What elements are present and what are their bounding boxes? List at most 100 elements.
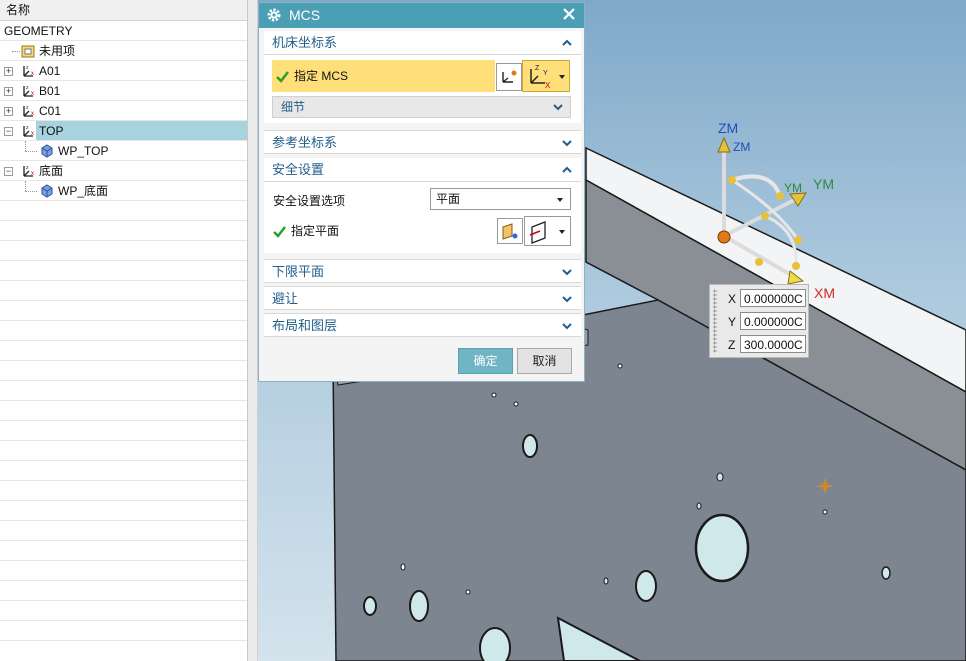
- close-icon[interactable]: [560, 5, 578, 23]
- svg-text:x: x: [31, 91, 34, 97]
- ok-button[interactable]: 确定: [458, 348, 513, 374]
- section-header-avoidance[interactable]: 避让: [264, 286, 581, 310]
- y-axis-label: Y: [728, 315, 737, 329]
- csys-dialog-icon: [502, 70, 517, 83]
- tree-node-label: WP_底面: [58, 184, 109, 198]
- zm-small-label: ZM: [733, 140, 750, 154]
- caret-down-icon: [559, 75, 565, 79]
- empty-row: [0, 561, 247, 581]
- empty-row: [0, 341, 247, 361]
- caret-down-icon: [559, 230, 565, 234]
- specify-plane-label: 指定平面: [291, 224, 340, 238]
- section-title: 机床坐标系: [272, 35, 338, 50]
- section-title: 布局和图层: [272, 318, 338, 333]
- name-column-header[interactable]: 名称: [0, 0, 247, 21]
- zm-label: ZM: [718, 120, 738, 136]
- tree-node-wp-top[interactable]: WP_TOP: [0, 141, 247, 161]
- csys-type-dropdown[interactable]: ZYX: [522, 60, 570, 92]
- tree-node-unused[interactable]: 未用项: [0, 41, 247, 61]
- chevron-down-icon: [562, 140, 572, 147]
- section-header-layout-layers[interactable]: 布局和图层: [264, 313, 581, 337]
- operation-navigator: 名称 GEOMETRY 未用项 + zx A01 + zx B01 + zx C…: [0, 0, 248, 661]
- plane-type-dropdown[interactable]: [524, 216, 571, 246]
- clearance-option-label: 安全设置选项: [273, 194, 346, 208]
- plane-dialog-icon: [502, 223, 518, 240]
- tree-node-label: WP_TOP: [58, 144, 109, 158]
- expand-icon[interactable]: +: [4, 87, 13, 96]
- empty-row: [0, 501, 247, 521]
- csys-icon: zx: [23, 65, 34, 77]
- empty-row: [0, 401, 247, 421]
- empty-row: [0, 541, 247, 561]
- specify-mcs-row[interactable]: 指定 MCS: [272, 60, 495, 92]
- tree-node-b01[interactable]: + zx B01: [0, 81, 247, 101]
- tree-node-top[interactable]: − zx TOP: [0, 121, 247, 141]
- tree-node-label: B01: [39, 84, 61, 98]
- section-header-lower-limit[interactable]: 下限平面: [264, 259, 581, 283]
- tree-node-c01[interactable]: + zx C01: [0, 101, 247, 121]
- section-header-reference-csys[interactable]: 参考坐标系: [264, 130, 581, 154]
- section-header-machine-csys[interactable]: 机床坐标系: [264, 31, 581, 55]
- tree-node-a01[interactable]: + zx A01: [0, 61, 247, 81]
- svg-text:z: z: [26, 65, 29, 71]
- tree-node-label: GEOMETRY: [4, 24, 73, 38]
- details-label: 细节: [281, 100, 306, 114]
- plane-type-icon: [529, 221, 546, 244]
- xm-label: XM: [814, 285, 835, 301]
- plane-dialog-button[interactable]: [497, 218, 523, 244]
- expand-icon[interactable]: +: [4, 107, 13, 116]
- section-title: 避让: [272, 291, 299, 306]
- empty-row: [0, 261, 247, 281]
- x-value-field[interactable]: 0.000000C: [740, 289, 806, 307]
- empty-row: [0, 361, 247, 381]
- chevron-down-icon: [553, 104, 563, 111]
- csys-dialog-button[interactable]: [496, 63, 522, 91]
- coordinate-input-panel: X 0.000000C Y 0.000000C Z 300.0000C: [709, 284, 809, 358]
- z-axis-label: Z: [728, 338, 736, 352]
- z-value-field[interactable]: 300.0000C: [740, 335, 806, 353]
- gear-icon: [267, 8, 281, 22]
- x-axis-label: X: [728, 292, 737, 306]
- drag-handle[interactable]: [713, 289, 717, 353]
- tree-node-label: C01: [39, 104, 62, 118]
- workpiece-icon: [41, 184, 53, 198]
- svg-text:x: x: [31, 131, 34, 137]
- svg-text:x: x: [31, 71, 34, 77]
- clearance-option-value: 平面: [436, 192, 461, 206]
- cancel-button[interactable]: 取消: [517, 348, 572, 374]
- tree-node-wp-bottom[interactable]: WP_底面: [0, 181, 247, 201]
- specify-plane-row: 指定平面: [273, 222, 339, 239]
- empty-row: [0, 481, 247, 501]
- dialog-title-bar[interactable]: MCS: [259, 3, 584, 28]
- section-header-clearance[interactable]: 安全设置: [264, 158, 581, 182]
- clearance-option-select[interactable]: 平面: [430, 188, 571, 210]
- ym-label: YM: [813, 176, 834, 192]
- csys-icon: zx: [23, 165, 34, 177]
- section-title: 下限平面: [272, 264, 325, 279]
- svg-text:z: z: [26, 165, 29, 171]
- chevron-up-icon: [562, 166, 572, 173]
- y-value-field[interactable]: 0.000000C: [740, 312, 806, 330]
- collapse-icon[interactable]: −: [4, 127, 13, 136]
- svg-text:x: x: [31, 111, 34, 117]
- specify-mcs-label: 指定 MCS: [294, 69, 349, 83]
- tree-node-label: A01: [39, 64, 61, 78]
- empty-row: [0, 241, 247, 261]
- expand-icon[interactable]: +: [4, 67, 13, 76]
- tree-node-label: 底面: [39, 164, 64, 178]
- checkmark-icon: [273, 226, 286, 239]
- svg-text:Z: Z: [535, 65, 540, 72]
- panel-splitter[interactable]: [248, 0, 258, 661]
- section-title: 安全设置: [272, 162, 325, 177]
- details-subsection[interactable]: 细节: [272, 96, 571, 118]
- chevron-down-icon: [562, 323, 572, 330]
- tree-node-label: TOP: [39, 124, 64, 138]
- empty-row: [0, 381, 247, 401]
- empty-row: [0, 221, 247, 241]
- collapse-icon[interactable]: −: [4, 167, 13, 176]
- tree-node-geometry[interactable]: GEOMETRY: [0, 21, 247, 41]
- svg-text:z: z: [26, 85, 29, 91]
- ym-small-label: YM: [784, 181, 802, 195]
- tree-node-bottom[interactable]: − zx 底面: [0, 161, 247, 181]
- empty-row: [0, 601, 247, 621]
